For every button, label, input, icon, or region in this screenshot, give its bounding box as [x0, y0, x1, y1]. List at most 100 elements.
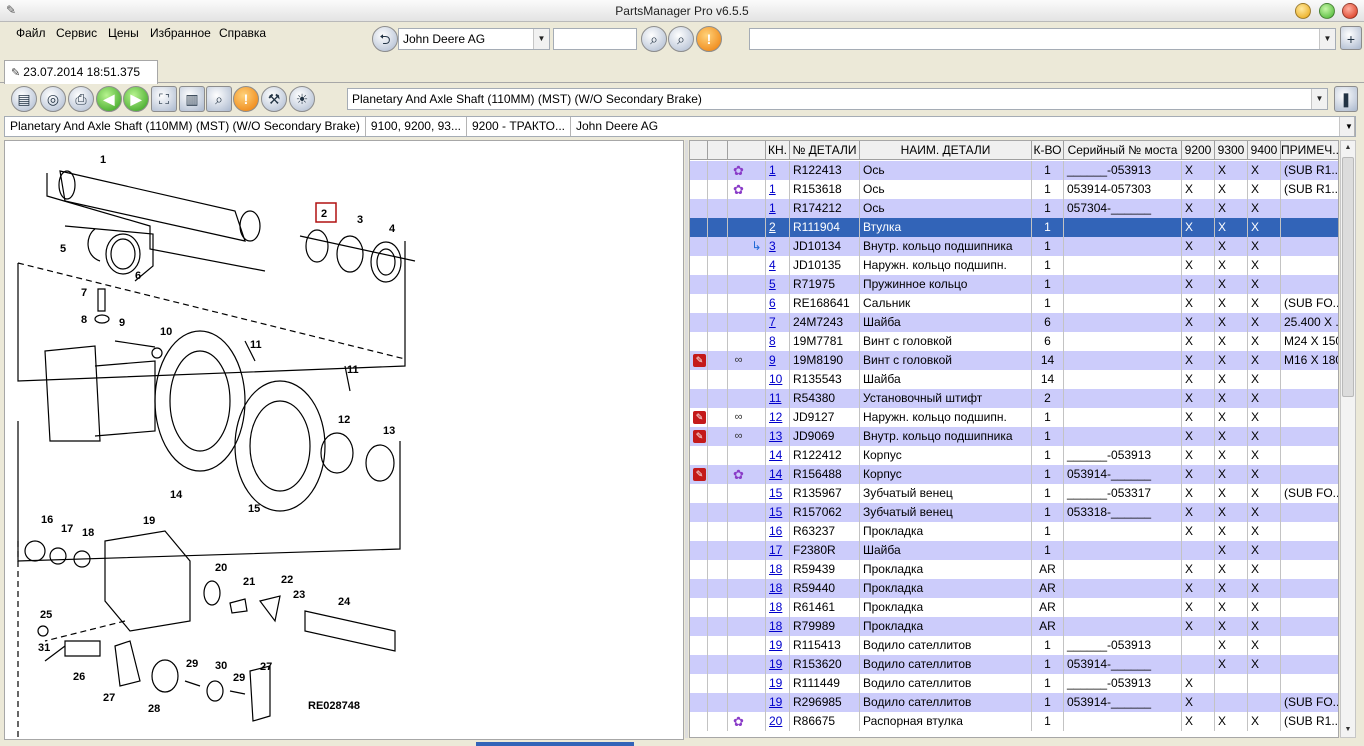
table-row[interactable]: 18 R59439 Прокладка AR X X X — [690, 560, 1338, 579]
menu-service[interactable]: Сервис — [56, 26, 97, 40]
kn-cell[interactable]: 6 — [766, 294, 790, 313]
callout-4[interactable]: 4 — [389, 223, 396, 235]
diagram-ref-link[interactable]: 1 — [769, 163, 776, 177]
diagram-ref-link[interactable]: 2 — [769, 220, 776, 234]
arrow-right-icon[interactable]: ▶ — [123, 86, 149, 112]
callout-9[interactable]: 9 — [119, 317, 125, 329]
warning-icon[interactable]: ! — [696, 26, 722, 52]
kn-cell[interactable]: 15 — [766, 503, 790, 522]
table-row[interactable]: ✎ ∞ 13 JD9069 Внутр. кольцо подшипника 1 X X X — [690, 427, 1338, 446]
kn-cell[interactable]: 14 — [766, 465, 790, 484]
chevron-down-icon[interactable]: ▼ — [1339, 117, 1355, 136]
col-part-name[interactable]: НАИМ. ДЕТАЛИ — [860, 141, 1032, 160]
breadcrumb-item[interactable]: John Deere AG — [571, 117, 663, 136]
table-row[interactable]: ✎ ∞ 12 JD9127 Наружн. кольцо подшипн. 1 X X X — [690, 408, 1338, 427]
kn-cell[interactable]: 19 — [766, 636, 790, 655]
callout-8[interactable]: 8 — [81, 314, 87, 326]
table-row[interactable]: 17 F2380R Шайба 1 X X — [690, 541, 1338, 560]
callout-27[interactable]: 27 — [103, 692, 115, 704]
callout-22[interactable]: 22 — [281, 574, 293, 586]
filter-select[interactable]: ▼ — [749, 28, 1336, 50]
kn-cell[interactable]: 18 — [766, 579, 790, 598]
back-arrow-icon[interactable]: ⮌ — [372, 26, 398, 52]
flag-icon[interactable]: ✎ — [693, 354, 706, 367]
col-part-number[interactable]: № ДЕТАЛИ — [790, 141, 860, 160]
menu-favorites[interactable]: Избранное — [150, 26, 211, 40]
diagram-ref-link[interactable]: 4 — [769, 258, 776, 272]
fit-screen-icon[interactable]: ⛶ — [151, 86, 177, 112]
diagram-ref-link[interactable]: 17 — [769, 543, 782, 557]
scroll-up-icon[interactable]: ▲ — [1341, 141, 1355, 155]
table-row[interactable]: 724M7243Шайба6XXX25.400 X ... — [690, 313, 1338, 332]
col-serial[interactable]: Серийный № моста — [1064, 141, 1182, 160]
callout-28[interactable]: 28 — [148, 703, 160, 715]
table-scrollbar[interactable]: ▲ ▼ — [1340, 140, 1356, 738]
diagram-ref-link[interactable]: 1 — [769, 201, 776, 215]
callout-29[interactable]: 29 — [186, 658, 198, 670]
callout-1[interactable]: 1 — [100, 154, 106, 166]
link-icon[interactable]: ∞ — [732, 411, 745, 424]
splitter[interactable] — [685, 140, 688, 738]
table-row[interactable]: 15 R135967 Зубчатый венец 1 ______-053317 X X X… — [690, 484, 1338, 503]
diagram-ref-link[interactable]: 14 — [769, 467, 782, 481]
scroll-thumb[interactable] — [1342, 157, 1354, 397]
callout-20[interactable]: 20 — [215, 562, 227, 574]
kn-cell[interactable]: 1 — [766, 161, 790, 180]
callout-5[interactable]: 5 — [60, 243, 66, 255]
table-row[interactable]: 19 R111449 Водило сателлитов 1 ______-053913… — [690, 674, 1338, 693]
callout-23[interactable]: 23 — [293, 589, 305, 601]
table-row[interactable]: 15 R157062 Зубчатый венец 1 053318-______ X X X — [690, 503, 1338, 522]
chevron-down-icon[interactable]: ▼ — [1319, 29, 1335, 49]
gear-icon[interactable]: ✿ — [732, 183, 745, 196]
table-row[interactable]: 1 R174212 Ось 1 057304-______ X X X — [690, 199, 1338, 218]
kn-cell[interactable]: 3 — [766, 237, 790, 256]
callout-25[interactable]: 25 — [40, 609, 52, 621]
diagram-ref-link[interactable]: 18 — [769, 600, 782, 614]
callout-10[interactable]: 10 — [160, 326, 172, 338]
kn-cell[interactable]: 2 — [766, 218, 790, 237]
print-icon[interactable]: ⎙ — [68, 86, 94, 112]
menu-help[interactable]: Справка — [219, 26, 266, 40]
kn-cell[interactable]: 16 — [766, 522, 790, 541]
flag-icon[interactable]: ✎ — [693, 411, 706, 424]
tab-session[interactable]: ✎ 23.07.2014 18:51.375 — [4, 60, 158, 84]
breadcrumb-item[interactable]: 9200 - ТРАКТО... — [467, 117, 571, 136]
callout-30[interactable]: 30 — [215, 660, 227, 672]
book-icon[interactable]: ❚ — [1334, 86, 1358, 112]
table-row[interactable]: ✿ 1 R122413 Ось 1 ______-053913 X X X (SUB R1... — [690, 161, 1338, 180]
table-row[interactable]: ↳ 3 JD10134 Внутр. кольцо подшипника 1 X X X — [690, 237, 1338, 256]
kn-cell[interactable]: 1 — [766, 199, 790, 218]
callout-2[interactable]: 2 — [321, 208, 327, 220]
diagram-ref-link[interactable]: 13 — [769, 429, 782, 443]
add-folder-icon[interactable]: + — [1340, 26, 1362, 50]
search-binoculars-icon[interactable]: ⌕ — [641, 26, 667, 52]
link-icon[interactable]: ∞ — [732, 430, 745, 443]
breadcrumb-item[interactable]: 9100, 9200, 93... — [366, 117, 467, 136]
minimize-button[interactable] — [1295, 3, 1312, 19]
exploded-diagram[interactable]: 1 2 3 4 5 6 7 8 9 10 11 11 12 13 14 15 1… — [4, 140, 684, 740]
diagram-ref-link[interactable]: 8 — [769, 334, 776, 348]
table-row[interactable]: 18 R79989 Прокладка AR X X X — [690, 617, 1338, 636]
close-button[interactable] — [1342, 3, 1358, 19]
table-row[interactable]: 5 R71975 Пружинное кольцо 1 X X X — [690, 275, 1338, 294]
zoom-search-icon[interactable]: ⌕ — [206, 86, 232, 112]
kn-cell[interactable]: 14 — [766, 446, 790, 465]
kn-cell[interactable]: 10 — [766, 370, 790, 389]
diagram-ref-link[interactable]: 6 — [769, 296, 776, 310]
menu-file[interactable]: Файл — [16, 26, 46, 40]
link-icon[interactable]: ∞ — [732, 354, 745, 367]
kn-cell[interactable]: 19 — [766, 693, 790, 712]
diagram-ref-link[interactable]: 15 — [769, 486, 782, 500]
diagram-ref-link[interactable]: 19 — [769, 638, 782, 652]
database-icon[interactable]: ◎ — [40, 86, 66, 112]
gear-icon[interactable]: ✿ — [732, 164, 745, 177]
table-row[interactable]: 19 R153620 Водило сателлитов 1 053914-______… — [690, 655, 1338, 674]
diagram-ref-link[interactable]: 5 — [769, 277, 776, 291]
callout-6[interactable]: 6 — [135, 270, 141, 282]
diagram-ref-link[interactable]: 18 — [769, 619, 782, 633]
kn-cell[interactable]: 18 — [766, 560, 790, 579]
diagram-ref-link[interactable]: 18 — [769, 562, 782, 576]
diagram-ref-link[interactable]: 19 — [769, 657, 782, 671]
callout-16[interactable]: 16 — [41, 514, 53, 526]
scroll-down-icon[interactable]: ▼ — [1341, 723, 1355, 737]
